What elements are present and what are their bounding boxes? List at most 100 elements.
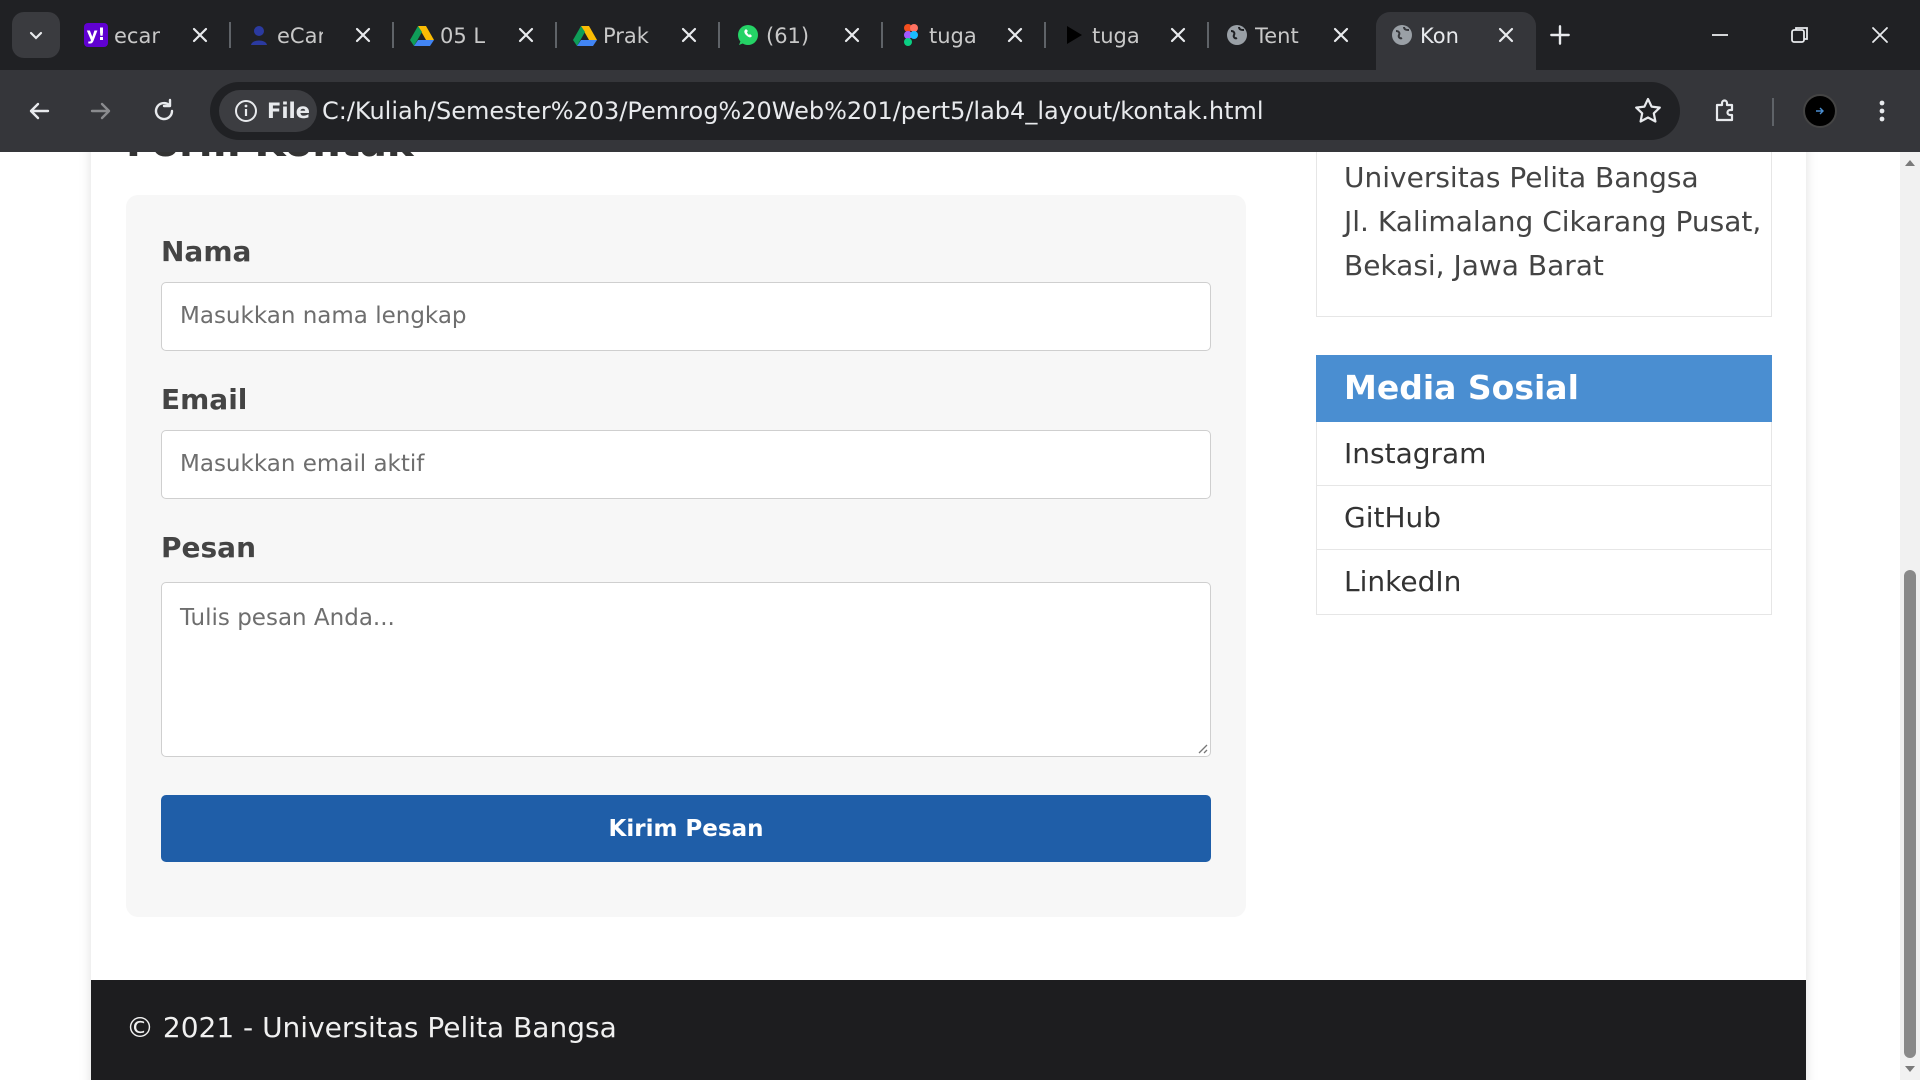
social-media-title: Media Sosial	[1344, 368, 1579, 407]
scroll-down-arrow-icon[interactable]	[1903, 1062, 1917, 1076]
restore-icon	[1791, 27, 1808, 43]
page-viewport: Form Kontak Nama Masukkan nama lengkap E…	[0, 152, 1900, 1080]
social-media-list: Instagram GitHub LinkedIn	[1316, 422, 1772, 615]
social-media-header: Media Sosial	[1316, 355, 1772, 422]
browser-tab-strip: y! ecan eCar 05 L Prak (61) tuga tuga Te…	[0, 0, 1920, 70]
page-container: Form Kontak Nama Masukkan nama lengkap E…	[91, 152, 1806, 1080]
bookmark-star-icon[interactable]	[1632, 95, 1664, 127]
tab-divider	[881, 22, 883, 48]
social-link-linkedin[interactable]: LinkedIn	[1317, 550, 1771, 614]
globe-icon	[1225, 23, 1249, 47]
new-tab-button[interactable]	[1542, 17, 1578, 53]
address-widget: Universitas Pelita Bangsa Jl. Kalimalang…	[1316, 152, 1772, 317]
tab-title: tuga	[929, 24, 975, 48]
browser-tab[interactable]: Tent	[1211, 12, 1371, 58]
yahoo-icon: y!	[84, 23, 108, 47]
close-icon[interactable]	[1494, 23, 1518, 47]
whatsapp-icon	[736, 23, 760, 47]
close-window-button[interactable]	[1840, 0, 1920, 70]
vertical-scrollbar[interactable]	[1900, 152, 1920, 1080]
arrow-right-icon	[90, 102, 111, 120]
tab-divider	[1207, 22, 1209, 48]
arrow-left-icon	[29, 102, 50, 120]
address-bar[interactable]: File C:/Kuliah/Semester%203/Pemrog%20Web…	[210, 82, 1680, 140]
contact-form: Nama Masukkan nama lengkap Email Masukka…	[126, 195, 1246, 917]
minimize-icon	[1712, 34, 1728, 36]
tab-search-button[interactable]	[12, 12, 60, 58]
close-icon[interactable]	[1166, 23, 1190, 47]
site-info-label: File	[267, 99, 310, 123]
google-drive-icon	[410, 23, 434, 47]
close-icon[interactable]	[677, 23, 701, 47]
reload-button[interactable]	[140, 87, 188, 135]
social-link-label: Instagram	[1344, 437, 1487, 470]
email-placeholder: Masukkan email aktif	[180, 451, 425, 477]
message-textarea[interactable]: Tulis pesan Anda...	[161, 582, 1211, 757]
forward-button[interactable]	[77, 87, 125, 135]
tab-title: ecan	[114, 24, 160, 48]
globe-icon	[1390, 23, 1414, 47]
play-icon	[1062, 23, 1086, 47]
tab-title: 05 L	[440, 24, 486, 48]
tab-title: Tent	[1255, 24, 1299, 48]
email-label: Email	[161, 383, 248, 416]
reload-icon	[154, 98, 174, 121]
social-link-label: LinkedIn	[1344, 565, 1462, 598]
chevron-down-icon	[29, 31, 43, 40]
close-icon[interactable]	[1329, 23, 1353, 47]
browser-menu-button[interactable]	[1858, 87, 1906, 135]
close-icon[interactable]	[188, 23, 212, 47]
url-text[interactable]: C:/Kuliah/Semester%203/Pemrog%20Web%201/…	[322, 97, 1264, 125]
google-drive-icon	[573, 23, 597, 47]
email-field[interactable]: Masukkan email aktif	[161, 430, 1211, 499]
browser-tab[interactable]: tuga	[1048, 12, 1208, 58]
info-icon	[235, 100, 257, 122]
close-icon[interactable]	[840, 23, 864, 47]
tab-title: Kon	[1420, 24, 1459, 48]
close-icon[interactable]	[514, 23, 538, 47]
profile-button[interactable]	[1796, 87, 1844, 135]
tab-divider	[555, 22, 557, 48]
site-info-chip[interactable]: File	[219, 90, 317, 132]
tab-title: (61)	[766, 24, 810, 48]
browser-tab[interactable]: (61)	[722, 12, 882, 58]
page-title: Form Kontak	[126, 152, 413, 168]
toolbar-divider	[1772, 98, 1774, 126]
scrollbar-thumb[interactable]	[1904, 570, 1916, 1058]
minimize-button[interactable]	[1680, 0, 1760, 70]
plus-icon	[1550, 25, 1570, 45]
name-field[interactable]: Masukkan nama lengkap	[161, 282, 1211, 351]
more-vertical-icon	[1879, 100, 1885, 122]
social-link-instagram[interactable]: Instagram	[1317, 422, 1771, 486]
browser-toolbar: File C:/Kuliah/Semester%203/Pemrog%20Web…	[0, 70, 1920, 152]
browser-tab[interactable]: eCar	[233, 12, 393, 58]
close-icon[interactable]	[1003, 23, 1027, 47]
message-placeholder: Tulis pesan Anda...	[180, 605, 395, 631]
extensions-button[interactable]	[1702, 87, 1750, 135]
scroll-up-arrow-icon[interactable]	[1903, 156, 1917, 170]
tab-divider	[392, 22, 394, 48]
browser-tab[interactable]: y! ecan	[70, 12, 230, 58]
address-line: Jl. Kalimalang Cikarang Pusat,	[1344, 205, 1762, 238]
submit-button[interactable]: Kirim Pesan	[161, 795, 1211, 862]
browser-tab[interactable]: tuga	[885, 12, 1045, 58]
address-line: Bekasi, Jawa Barat	[1344, 249, 1604, 282]
back-button[interactable]	[15, 87, 63, 135]
tab-title: Prak	[603, 24, 649, 48]
browser-tab[interactable]: Prak	[559, 12, 719, 58]
ecampus-icon	[247, 23, 271, 47]
resize-grip-icon[interactable]	[1194, 740, 1208, 754]
name-placeholder: Masukkan nama lengkap	[180, 303, 467, 329]
browser-tab-active[interactable]: Kon	[1376, 12, 1536, 70]
close-icon[interactable]	[351, 23, 375, 47]
tab-divider	[718, 22, 720, 48]
avatar	[1803, 94, 1837, 128]
tab-divider	[229, 22, 231, 48]
restore-button[interactable]	[1760, 0, 1840, 70]
close-icon	[1872, 27, 1888, 43]
footer-copyright: © 2021 - Universitas Pelita Bangsa	[126, 1011, 617, 1044]
tab-divider	[1044, 22, 1046, 48]
browser-tab[interactable]: 05 L	[396, 12, 556, 58]
message-label: Pesan	[161, 531, 257, 564]
social-link-github[interactable]: GitHub	[1317, 486, 1771, 550]
